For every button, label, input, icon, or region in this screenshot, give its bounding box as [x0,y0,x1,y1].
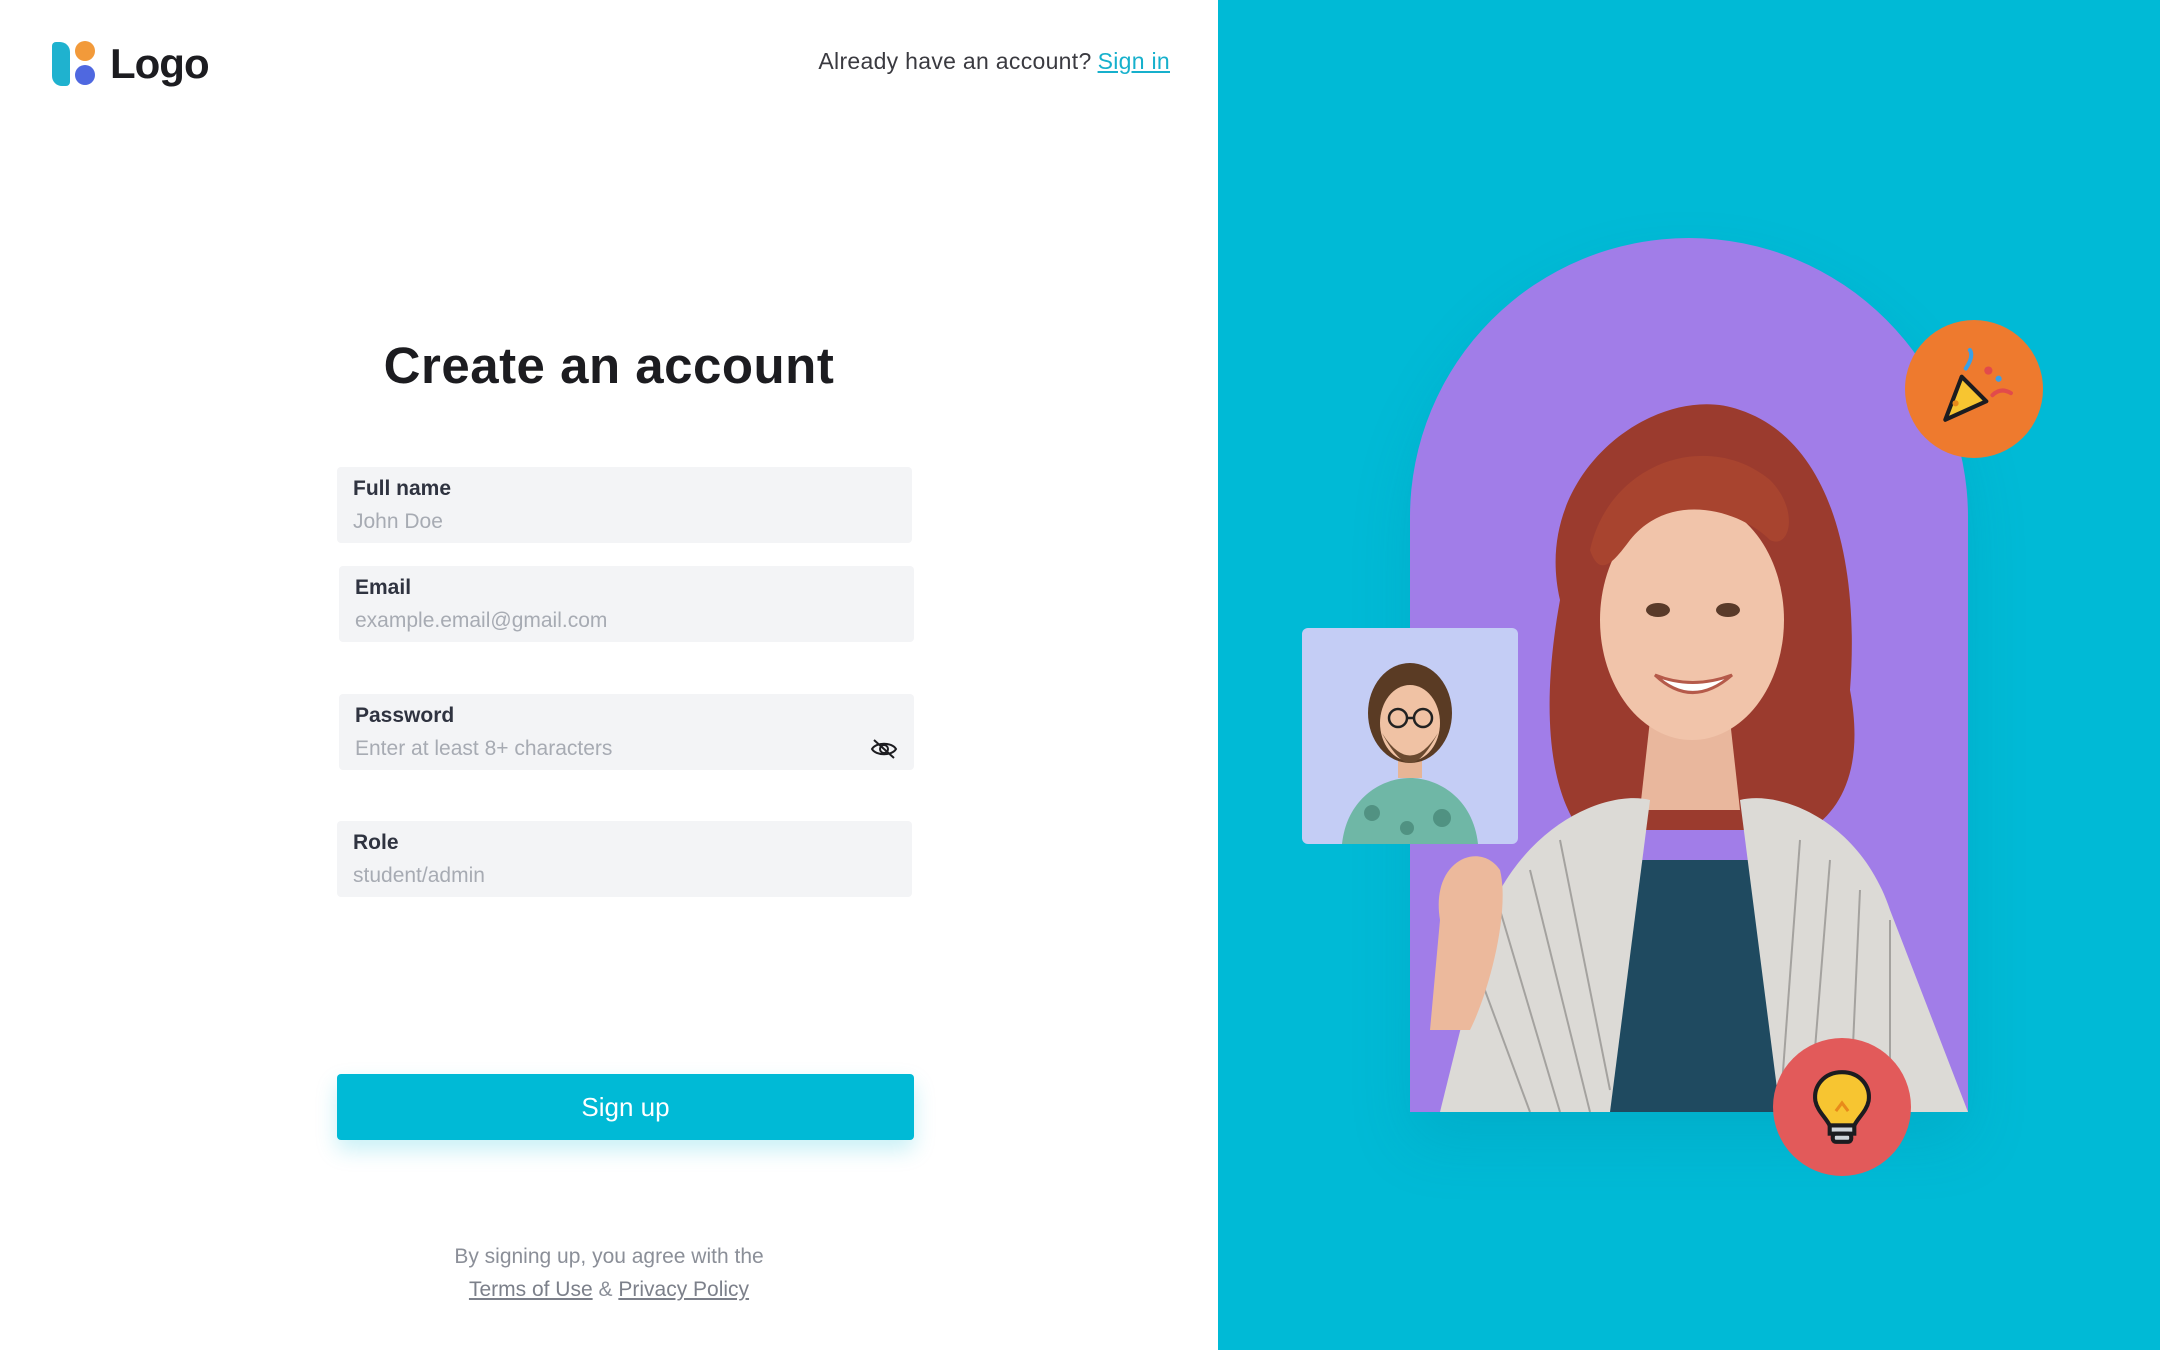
email-field[interactable]: Email [339,566,914,642]
logo-text: Logo [110,40,210,87]
signin-prompt: Already have an account? Sign in [818,48,1170,75]
password-label: Password [355,704,455,727]
signin-link[interactable]: Sign in [1098,48,1170,74]
terms-notice: By signing up, you agree with the Terms … [0,1240,1218,1306]
role-field[interactable]: Role [337,821,912,897]
logo-mark-icon [50,40,98,88]
role-label: Role [353,831,399,854]
party-badge [1905,320,2043,458]
lightbulb-badge [1773,1038,1911,1176]
lightbulb-icon [1813,1070,1871,1144]
signin-prompt-text: Already have an account? [818,48,1092,74]
privacy-policy-link[interactable]: Privacy Policy [618,1278,749,1301]
hero-illustration-panel [1218,0,2160,1350]
man-portrait-card [1302,628,1518,844]
party-popper-icon [1943,348,2013,422]
email-input[interactable] [355,606,875,636]
full-name-label: Full name [353,477,452,500]
man-portrait-image [1342,663,1478,844]
terms-separator: & [598,1278,613,1301]
password-field[interactable]: Password [339,694,914,770]
role-input[interactable] [353,861,873,891]
eye-off-icon[interactable] [870,738,898,760]
full-name-field[interactable]: Full name [337,467,912,543]
terms-of-use-link[interactable]: Terms of Use [469,1278,593,1301]
full-name-input[interactable] [353,507,873,537]
password-input[interactable] [355,734,825,764]
signup-button[interactable]: Sign up [337,1074,914,1140]
terms-text: By signing up, you agree with the [454,1245,764,1268]
logo[interactable]: Logo [50,40,210,88]
page-title: Create an account [383,337,835,394]
signup-panel: Logo Already have an account? Sign in Cre… [0,0,1218,1350]
email-label: Email [355,576,412,599]
